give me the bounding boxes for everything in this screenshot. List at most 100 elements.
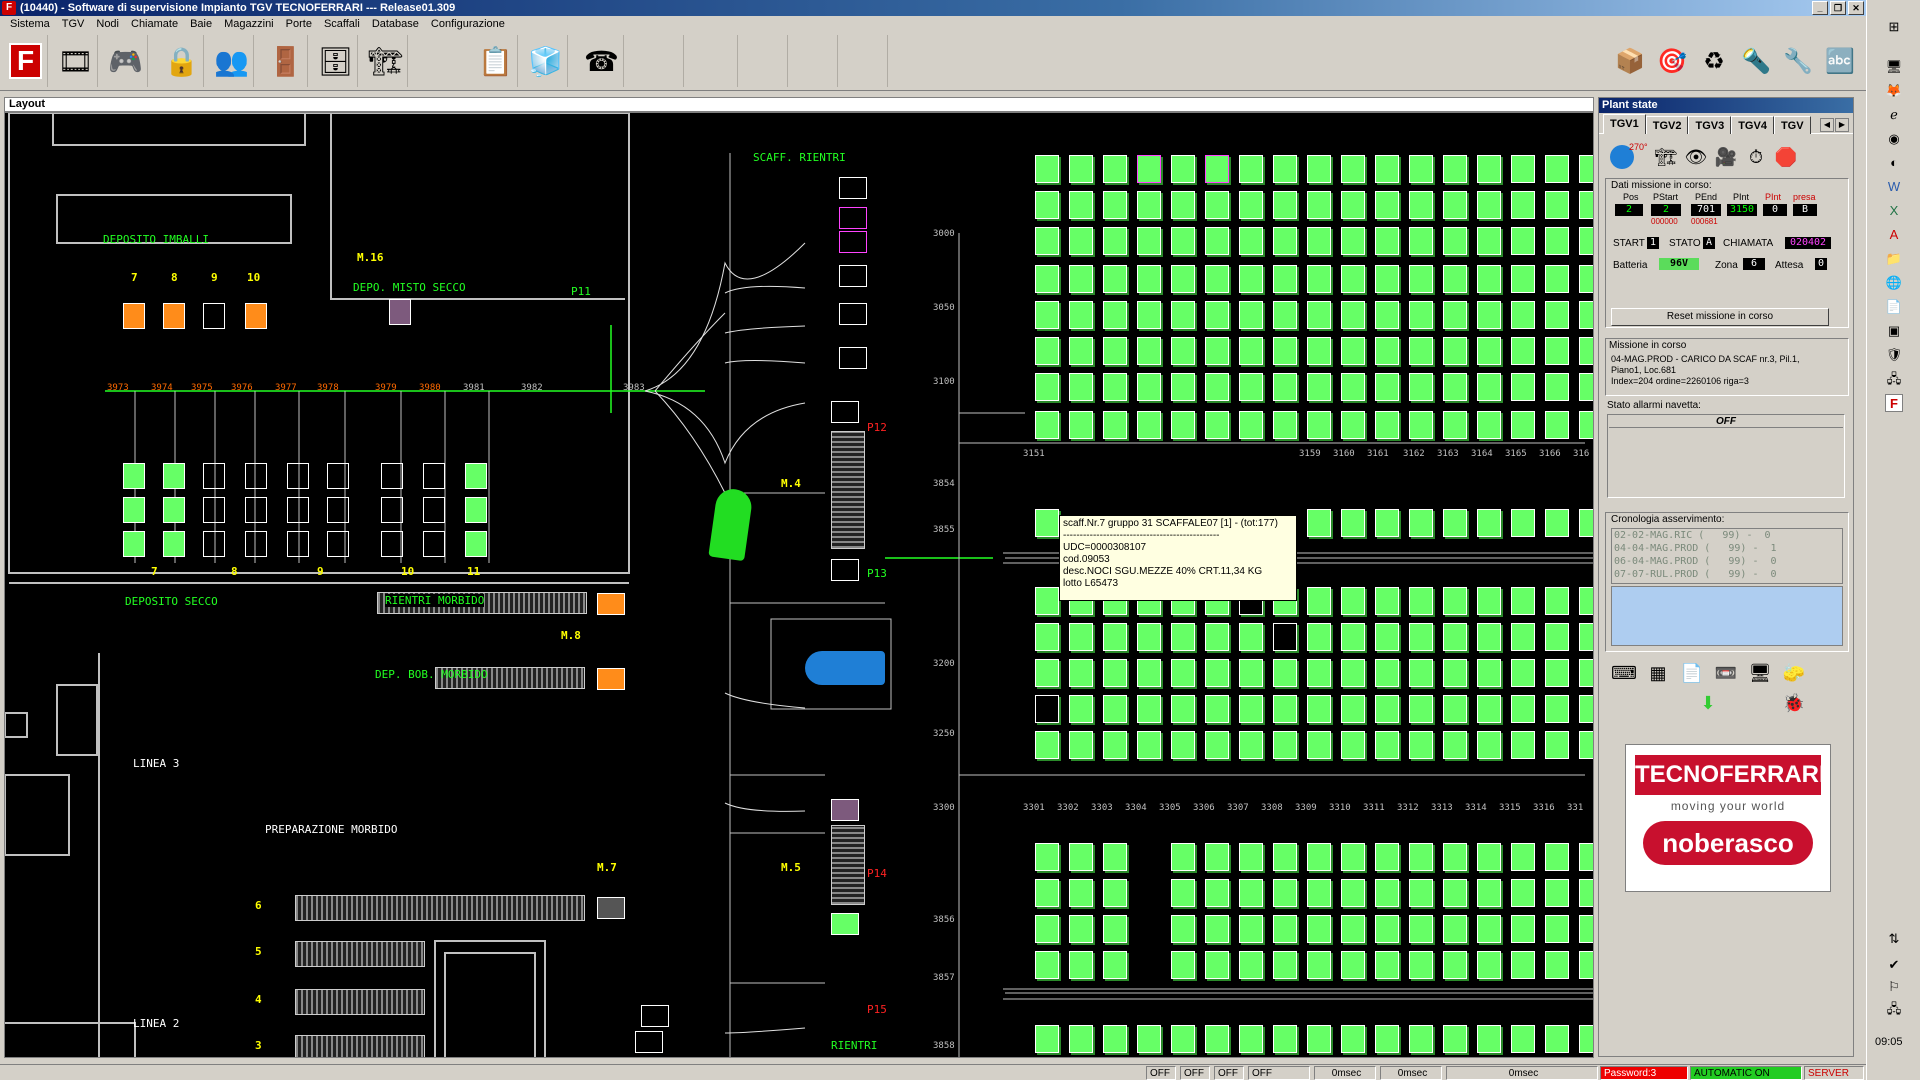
shelf-cell[interactable]: [1443, 951, 1467, 979]
database-icon[interactable]: 🗄: [314, 35, 358, 87]
shelf-cell[interactable]: [1409, 951, 1433, 979]
reset-mission-button[interactable]: Reset missione in corso: [1611, 308, 1829, 326]
shelf-cell[interactable]: [1103, 301, 1127, 329]
shelf-cell[interactable]: [1477, 731, 1501, 759]
abc-tools-icon[interactable]: 🔤: [1820, 35, 1860, 87]
shelf-cell[interactable]: [1035, 623, 1059, 651]
buffer-slot[interactable]: [381, 463, 403, 489]
shelf-cell[interactable]: [1035, 915, 1059, 943]
shelf-cell[interactable]: [1341, 411, 1365, 439]
shelf-cell[interactable]: [1477, 623, 1501, 651]
shelf-cell[interactable]: [1409, 301, 1433, 329]
tools-icon[interactable]: 🔧: [1778, 35, 1818, 87]
shelf-cell[interactable]: [1273, 301, 1297, 329]
shelf-cell[interactable]: [1069, 695, 1093, 723]
shelf-cell[interactable]: [1341, 623, 1365, 651]
shelf-cell[interactable]: [1375, 301, 1399, 329]
shelf-cell[interactable]: [1069, 155, 1093, 183]
package-icon[interactable]: 📦: [1610, 35, 1650, 87]
shelf-cell[interactable]: [1579, 155, 1593, 183]
shelf-cell[interactable]: [1273, 915, 1297, 943]
shelf-cell[interactable]: [1545, 191, 1569, 219]
list-item[interactable]: 06-04-MAG.PROD ( 99) - 0: [1614, 555, 1842, 568]
shelf-cell[interactable]: [1409, 879, 1433, 907]
empty-slot-5[interactable]: [844, 35, 888, 87]
shelf-cell[interactable]: [1477, 301, 1501, 329]
shelf-cell[interactable]: [1137, 301, 1161, 329]
shelf-cell[interactable]: [1171, 843, 1195, 871]
tray-icon-2[interactable]: ⚐: [1885, 978, 1903, 996]
shelf-cell[interactable]: [1307, 1025, 1331, 1053]
shelf-cell[interactable]: [1511, 695, 1535, 723]
tgv-blue-vehicle[interactable]: [805, 651, 885, 685]
shelf-cell[interactable]: [1443, 843, 1467, 871]
shelf-cell[interactable]: [1409, 695, 1433, 723]
menu-tgv[interactable]: TGV: [56, 16, 91, 33]
shelf-cell[interactable]: [1205, 411, 1229, 439]
shelf-cell[interactable]: [1443, 373, 1467, 401]
phone-icon[interactable]: ☎: [580, 35, 624, 87]
browser-icon[interactable]: ◐: [1885, 154, 1903, 172]
scaff-rientri-slot[interactable]: [839, 177, 867, 199]
tray-icon-1[interactable]: ✔: [1885, 956, 1903, 974]
buffer-slot[interactable]: [123, 531, 145, 557]
shelf-cell[interactable]: [1545, 843, 1569, 871]
shelf-cell[interactable]: [1409, 1025, 1433, 1053]
shelf-cell[interactable]: [1375, 191, 1399, 219]
shelf-cell[interactable]: [1137, 731, 1161, 759]
shelf-cell[interactable]: [1069, 227, 1093, 255]
shelf-cell[interactable]: [1511, 951, 1535, 979]
rientri-slot[interactable]: [641, 1005, 669, 1027]
station-m5-output-slot[interactable]: [831, 913, 859, 935]
tab-tgv5[interactable]: TGV: [1773, 116, 1811, 134]
shelf-cell[interactable]: [1511, 227, 1535, 255]
shelf-cell[interactable]: [1443, 227, 1467, 255]
shelf-cell[interactable]: [1443, 337, 1467, 365]
buffer-slot[interactable]: [203, 531, 225, 557]
shelf-cell[interactable]: [1511, 411, 1535, 439]
buffer-slot[interactable]: [203, 463, 225, 489]
shelf-cell[interactable]: [1545, 695, 1569, 723]
shelf-cell[interactable]: [1239, 1025, 1263, 1053]
buffer-slot[interactable]: [381, 531, 403, 557]
shelf-cell[interactable]: [1035, 191, 1059, 219]
shelf-cell[interactable]: [1103, 227, 1127, 255]
shelf-cell[interactable]: [1477, 509, 1501, 537]
station-p12-slot[interactable]: [831, 401, 859, 423]
shelf-cell[interactable]: [1137, 265, 1161, 293]
shelf-cell[interactable]: [1103, 695, 1127, 723]
station-p13-slot[interactable]: [831, 559, 859, 581]
shelf-cell[interactable]: [1375, 951, 1399, 979]
table-icon[interactable]: ▦: [1643, 658, 1673, 688]
tecnoferrari-task-icon[interactable]: F: [1885, 394, 1903, 412]
buffer-slot[interactable]: [287, 463, 309, 489]
forklift-clock-icon[interactable]: 🏗: [364, 35, 408, 87]
shelf-cell[interactable]: [1103, 191, 1127, 219]
shelf-cell[interactable]: [1511, 301, 1535, 329]
shelf-cell[interactable]: [1205, 623, 1229, 651]
shelf-cell[interactable]: [1239, 337, 1263, 365]
shelf-cell[interactable]: [1137, 623, 1161, 651]
shelf-cell[interactable]: [1477, 695, 1501, 723]
shelf-cell[interactable]: [1579, 265, 1593, 293]
shelf-cell[interactable]: [1511, 191, 1535, 219]
shelf-cell[interactable]: [1035, 411, 1059, 439]
shelf-cell[interactable]: [1341, 695, 1365, 723]
shelf-cell[interactable]: [1443, 1025, 1467, 1053]
shelf-cell[interactable]: [1341, 155, 1365, 183]
shelf-cell[interactable]: [1137, 1025, 1161, 1053]
shelf-cell[interactable]: [1239, 843, 1263, 871]
shelf-cell[interactable]: [1545, 265, 1569, 293]
shelf-cell[interactable]: [1409, 587, 1433, 615]
users-icon[interactable]: 👥: [210, 35, 254, 87]
shelf-cell[interactable]: [1239, 623, 1263, 651]
shelf-cell[interactable]: [1307, 659, 1331, 687]
empty-slot-4[interactable]: [794, 35, 838, 87]
buffer-slot[interactable]: [287, 531, 309, 557]
scaff-rientri-slot[interactable]: [839, 347, 867, 369]
pallet-slot[interactable]: [597, 897, 625, 919]
shelf-cell[interactable]: [1273, 951, 1297, 979]
shelf-cell[interactable]: [1103, 623, 1127, 651]
list-item[interactable]: 04-04-MAG.PROD ( 99) - 1: [1614, 542, 1842, 555]
shelf-cell[interactable]: [1069, 731, 1093, 759]
